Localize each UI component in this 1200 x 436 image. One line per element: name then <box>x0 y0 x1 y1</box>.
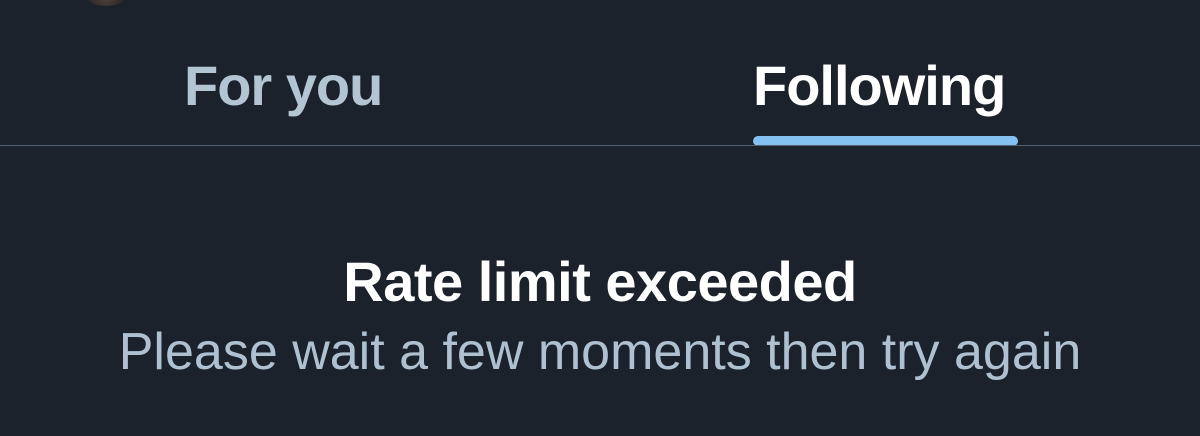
tab-divider <box>0 145 1200 146</box>
rate-limit-message: Rate limit exceeded Please wait a few mo… <box>0 246 1200 386</box>
tab-following[interactable]: Following <box>570 0 1200 146</box>
tab-following-label: Following <box>753 54 1006 117</box>
error-title: Rate limit exceeded <box>343 250 857 313</box>
timeline-tab-bar: For you Following <box>0 0 1200 146</box>
error-message: Please wait a few moments then try again <box>118 323 1082 381</box>
tab-for-you[interactable]: For you <box>0 0 570 146</box>
tab-for-you-label: For you <box>184 54 383 117</box>
